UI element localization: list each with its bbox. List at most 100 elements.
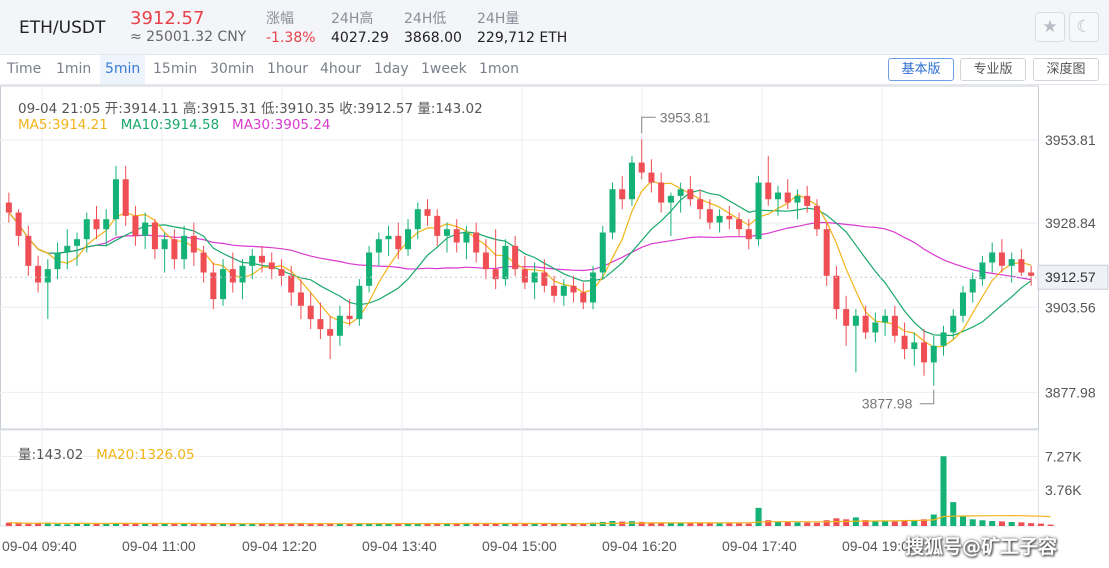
candle — [580, 282, 587, 310]
candle — [687, 175, 694, 206]
time-axis-label: 09-04 15:00 — [482, 538, 557, 554]
candle-body — [258, 255, 266, 263]
min-annotation: 3877.98 — [862, 396, 913, 412]
candle-body — [823, 229, 830, 276]
volume-bar — [25, 523, 32, 526]
candle-body — [862, 315, 869, 333]
candle — [599, 225, 606, 280]
time-axis-label: 09-04 09:40 — [2, 538, 77, 554]
volume-bar — [1018, 522, 1025, 526]
candle-body — [765, 182, 772, 200]
volume-bar — [813, 522, 820, 526]
volume-bar — [580, 523, 587, 526]
volume-bar — [979, 520, 986, 526]
candle — [989, 242, 996, 273]
candle-body — [103, 219, 110, 230]
candle-body — [1008, 259, 1015, 266]
candle-body — [424, 209, 431, 216]
volume-bar — [1028, 523, 1035, 526]
candle-body — [151, 222, 158, 250]
candle-body — [229, 269, 236, 283]
candle — [336, 305, 343, 346]
candle — [268, 252, 275, 280]
candle — [132, 205, 139, 246]
candle-body — [882, 315, 889, 323]
candle-body — [667, 195, 674, 203]
candle — [667, 192, 674, 236]
candle — [93, 205, 100, 240]
candle — [434, 209, 441, 246]
candle-body — [239, 265, 246, 283]
candle-body — [1018, 259, 1025, 273]
candle — [852, 309, 859, 373]
candle-body — [560, 285, 567, 296]
candle-body — [200, 252, 207, 273]
candle-body — [736, 219, 743, 230]
volume-axis-label: 3.76K — [1045, 482, 1082, 498]
candlestick-chart[interactable]: 3953.81 3928.84 3903.56 3877.98 7.27K 3.76K 09… — [0, 0, 1109, 568]
volume-bar — [843, 519, 850, 526]
candle — [142, 212, 149, 250]
candle — [288, 265, 295, 306]
candle — [463, 225, 470, 260]
candle — [901, 322, 908, 360]
ma5-label: MA5:3914.21 — [18, 117, 108, 133]
candle — [531, 262, 538, 300]
candle-body — [638, 162, 645, 173]
candle — [492, 229, 499, 290]
candle — [239, 259, 246, 300]
ohlc-readout: 09-04 21:05 开:3914.11 高:3915.31 低:3910.3… — [18, 101, 483, 117]
candle — [297, 279, 304, 320]
candle-body — [482, 252, 489, 270]
candle-body — [774, 192, 782, 200]
candle — [112, 165, 119, 236]
candle-body — [297, 292, 304, 306]
candle — [716, 209, 723, 233]
candle-body — [784, 192, 791, 203]
volume-bar — [726, 523, 733, 526]
candle-body — [813, 205, 820, 230]
candle — [648, 159, 655, 193]
candle — [813, 199, 820, 236]
candle — [882, 309, 889, 336]
candle-body — [940, 332, 947, 346]
candle-body — [112, 179, 119, 220]
volume-bar — [1008, 521, 1015, 526]
volume-bar — [1047, 524, 1054, 526]
candle-body — [414, 209, 421, 230]
candle-body — [716, 215, 723, 223]
volume-bar — [54, 523, 61, 526]
volume-bar — [998, 521, 1005, 526]
watermark: 搜狐号@矿工子容 — [905, 536, 1058, 558]
candle-body — [25, 235, 32, 266]
candle — [512, 235, 519, 276]
candle-body — [288, 275, 295, 293]
volume-bar — [93, 523, 100, 526]
candle-body — [346, 315, 353, 320]
candle-body — [901, 335, 908, 350]
candle-body — [843, 309, 850, 326]
volume-bar — [687, 523, 694, 526]
candle-body — [161, 239, 168, 250]
volume-bar — [891, 521, 898, 526]
candle — [921, 329, 928, 376]
candle — [930, 335, 937, 386]
time-axis-label: 09-04 16:20 — [602, 538, 677, 554]
volume-bar — [190, 524, 197, 526]
candle-body — [706, 209, 713, 223]
candle-body — [190, 235, 197, 253]
candle-body — [122, 179, 129, 216]
candle-body — [375, 239, 382, 253]
candle — [424, 199, 431, 226]
candle — [911, 332, 918, 366]
volume-legend: 量:143.02 MA20:1326.05 — [18, 443, 195, 463]
candle — [482, 239, 489, 280]
candle — [872, 312, 879, 343]
candle-body — [278, 269, 285, 276]
candle-body — [697, 199, 704, 210]
candle — [473, 222, 480, 263]
candle-body — [580, 292, 587, 303]
candle-body — [989, 252, 996, 263]
volume-bar — [473, 523, 480, 526]
candle-body — [307, 305, 314, 320]
